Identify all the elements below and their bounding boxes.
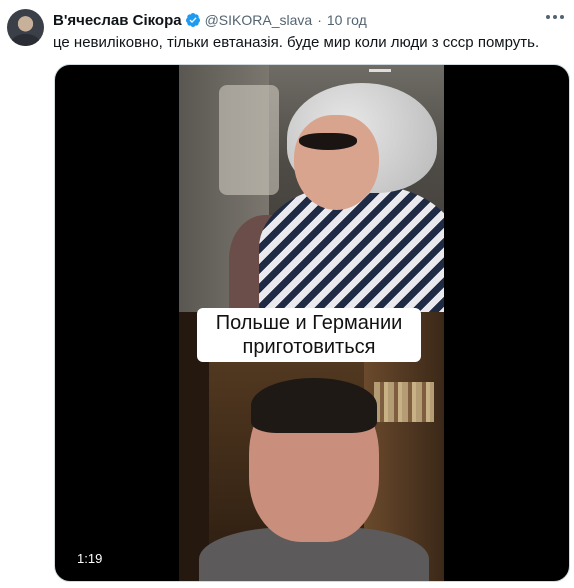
video-caption: Польше и Германии приготовиться xyxy=(197,308,421,362)
caption-line-2: приготовиться xyxy=(242,336,376,358)
author-handle[interactable]: @SIKORA_slava xyxy=(205,12,313,28)
background-lamp xyxy=(219,85,279,195)
verified-badge-icon xyxy=(185,12,201,28)
video-duration: 1:19 xyxy=(71,549,109,568)
more-options-icon[interactable] xyxy=(546,12,566,22)
man-hair xyxy=(251,378,377,433)
sunglasses xyxy=(299,133,357,150)
tweet-header: В'ячеслав Сікора @SIKORA_slava · 10 год xyxy=(53,10,367,30)
video-frame-top xyxy=(179,65,444,312)
author-avatar[interactable] xyxy=(7,9,44,46)
woman-face xyxy=(294,115,379,210)
books xyxy=(374,382,434,422)
hair-pin xyxy=(369,69,391,72)
author-name[interactable]: В'ячеслав Сікора xyxy=(53,12,182,29)
tweet-text: це невиліковно, тільки евтаназія. буде м… xyxy=(53,34,540,51)
tweet-time[interactable]: 10 год xyxy=(327,12,367,28)
separator-dot: · xyxy=(317,12,322,28)
avatar-silhouette xyxy=(11,34,40,46)
caption-line-1: Польше и Германии xyxy=(215,312,403,334)
video-player[interactable]: Польше и Германии приготовиться 1:19 xyxy=(54,64,570,582)
